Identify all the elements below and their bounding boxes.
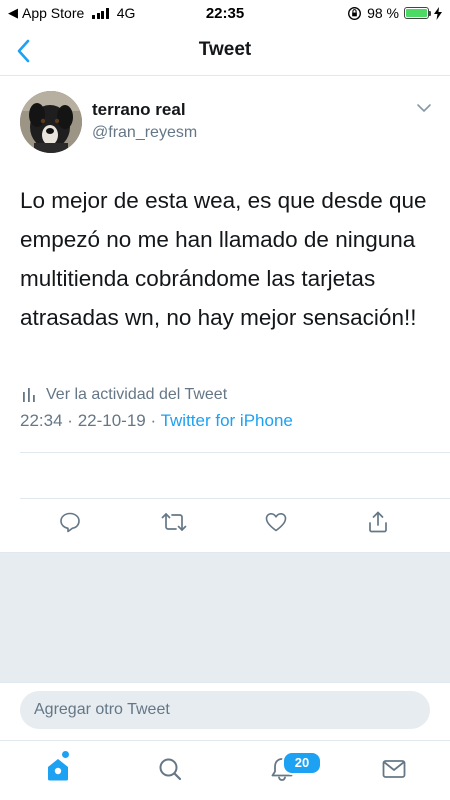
home-unread-dot [62, 751, 69, 758]
status-bar: ◀ App Store 4G 22:35 98 % [0, 0, 450, 26]
author-avatar[interactable] [20, 91, 82, 153]
messages-icon [382, 760, 406, 778]
tweet-meta: 22:34 · 22-10-19 · Twitter for iPhone [20, 411, 293, 431]
battery-percent: 98 % [367, 5, 399, 21]
search-icon [159, 758, 182, 781]
reply-composer: Agregar otro Tweet [0, 682, 450, 734]
like-icon [265, 513, 287, 532]
tab-home[interactable] [44, 755, 72, 783]
charging-bolt-icon [434, 6, 442, 20]
home-icon [48, 759, 68, 781]
nav-bar: Tweet [0, 26, 450, 76]
divider [20, 498, 450, 499]
page-title: Tweet [198, 39, 252, 60]
retweet-button[interactable] [160, 510, 188, 534]
share-button[interactable] [366, 510, 390, 534]
meta-separator: · [150, 411, 157, 430]
status-bar-right: 98 % [347, 5, 442, 21]
author-handle[interactable]: @fran_reyesm [92, 124, 197, 142]
battery-fill [406, 9, 427, 17]
divider [20, 452, 450, 453]
tab-bar: 20 [0, 740, 450, 800]
add-tweet-input[interactable]: Agregar otro Tweet [20, 691, 430, 729]
tab-messages[interactable] [380, 755, 408, 783]
meta-separator: · [67, 411, 73, 430]
tweet-actions [0, 500, 450, 546]
dog-avatar-image [20, 91, 82, 153]
reply-button[interactable] [58, 510, 82, 534]
orientation-lock-icon [348, 6, 362, 20]
activity-chart-icon [23, 388, 35, 402]
tab-search[interactable] [156, 755, 184, 783]
tweet-menu-button[interactable] [416, 101, 432, 113]
chevron-down-icon [417, 104, 431, 112]
empty-replies-area [0, 552, 450, 682]
tweet-activity-link[interactable]: Ver la actividad del Tweet [22, 386, 227, 404]
retweet-icon [161, 513, 187, 531]
like-button[interactable] [264, 510, 288, 534]
notifications-badge: 20 [282, 751, 322, 775]
tweet-source-link[interactable]: Twitter for iPhone [161, 411, 293, 430]
tweet-date: 22-10-19 [77, 411, 146, 430]
author-name[interactable]: terrano real [92, 100, 186, 120]
tweet-text: Lo mejor de esta wea, es que desde que e… [20, 188, 427, 330]
tweet-time: 22:34 [20, 411, 63, 430]
reply-icon [60, 512, 80, 533]
battery-icon [404, 7, 431, 19]
share-icon [369, 511, 387, 533]
activity-label: Ver la actividad del Tweet [46, 386, 228, 403]
